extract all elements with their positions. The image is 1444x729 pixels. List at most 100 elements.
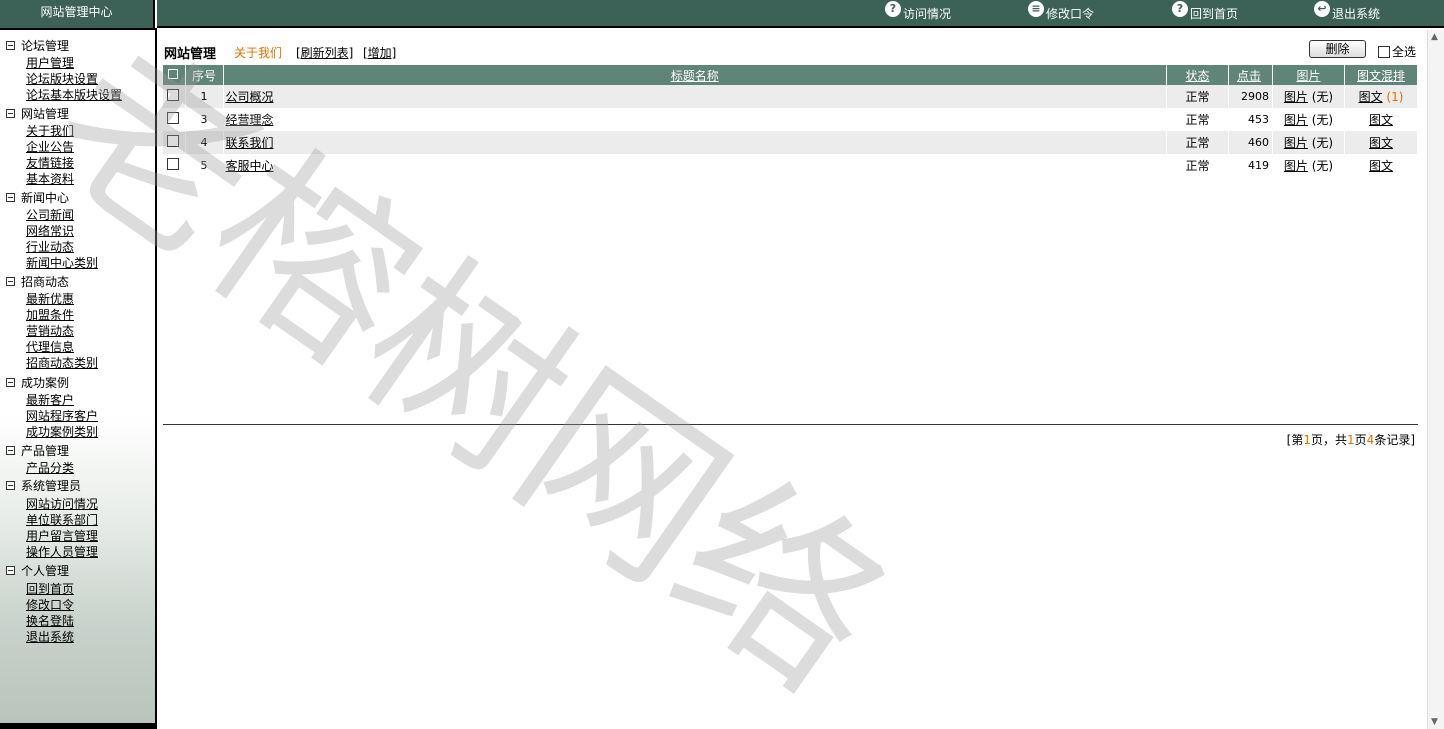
- top-link-password[interactable]: ≡ 修改口令: [1028, 1, 1094, 24]
- document-icon: ≡: [1028, 1, 1044, 17]
- collapse-icon[interactable]: [6, 277, 15, 286]
- row-title-link[interactable]: 联系我们: [226, 136, 274, 150]
- row-picture-link[interactable]: 图片: [1284, 159, 1308, 173]
- delete-button[interactable]: 删除: [1309, 40, 1366, 58]
- sidebar-item[interactable]: 关于我们: [26, 122, 74, 139]
- sidebar-item[interactable]: 论坛版块设置: [26, 70, 98, 87]
- sidebar-item[interactable]: 产品分类: [26, 459, 74, 476]
- row-picture-link[interactable]: 图片: [1284, 136, 1308, 150]
- row-checkbox[interactable]: [166, 135, 179, 147]
- row-checkbox[interactable]: [166, 112, 179, 124]
- sidebar-group-forum[interactable]: 论坛管理: [6, 37, 69, 54]
- col-header-mixed[interactable]: 图文混排: [1344, 65, 1418, 85]
- row-title-link[interactable]: 客服中心: [226, 159, 274, 173]
- top-nav-bar: ? 访问情况 ≡ 修改口令 ? 回到首页 ↩ 退出系统: [157, 0, 1444, 28]
- sidebar-item[interactable]: 网站访问情况: [26, 495, 98, 512]
- refresh-list-link[interactable]: [刷新列表]: [296, 44, 353, 61]
- select-all-checkbox[interactable]: [1378, 45, 1390, 58]
- collapse-icon[interactable]: [6, 109, 15, 118]
- sidebar-item[interactable]: 新闻中心类别: [26, 254, 98, 271]
- row-clicks: 2908: [1228, 85, 1273, 108]
- table-row: 3 经营理念 正常 453 图片 (无) 图文: [163, 108, 1418, 131]
- row-status: 正常: [1166, 85, 1229, 108]
- row-title-link[interactable]: 公司概况: [226, 90, 274, 104]
- sidebar-item[interactable]: 修改口令: [26, 596, 74, 613]
- sidebar-item[interactable]: 成功案例类别: [26, 423, 98, 440]
- collapse-icon[interactable]: [6, 41, 15, 50]
- col-header-clicks[interactable]: 点击: [1228, 65, 1273, 85]
- row-mixed-link[interactable]: 图文: [1359, 90, 1383, 104]
- sidebar-item[interactable]: 网站程序客户: [26, 407, 98, 424]
- row-mixed-link[interactable]: 图文: [1369, 136, 1393, 150]
- row-picture-link[interactable]: 图片: [1284, 113, 1308, 127]
- sidebar-item[interactable]: 回到首页: [26, 580, 74, 597]
- pager: [第1页，共1页4条记录]: [1286, 433, 1415, 447]
- sidebar-item[interactable]: 行业动态: [26, 238, 74, 255]
- sidebar-item[interactable]: 加盟条件: [26, 306, 74, 323]
- home-icon: ?: [1172, 1, 1188, 17]
- visit-icon: ?: [885, 1, 901, 17]
- row-checkbox[interactable]: [166, 158, 179, 170]
- row-no: 4: [185, 131, 224, 154]
- vertical-scrollbar[interactable]: ▲ ▼: [1427, 30, 1444, 729]
- sidebar-group-business[interactable]: 招商动态: [6, 273, 69, 290]
- header-checkbox-cell: [163, 65, 186, 85]
- sidebar-item[interactable]: 网络常识: [26, 222, 74, 239]
- sidebar-item[interactable]: 退出系统: [26, 628, 74, 645]
- sidebar-group-site[interactable]: 网站管理: [6, 105, 69, 122]
- sidebar-item[interactable]: 公司新闻: [26, 206, 74, 223]
- sidebar-group-news[interactable]: 新闻中心: [6, 189, 69, 206]
- collapse-icon[interactable]: [6, 446, 15, 455]
- sidebar-item[interactable]: 营销动态: [26, 322, 74, 339]
- about-link[interactable]: 关于我们: [234, 44, 282, 61]
- row-mixed-link[interactable]: 图文: [1369, 113, 1393, 127]
- row-picture-note: (无): [1311, 113, 1334, 127]
- table-header-row: 序号 标题名称 状态 点击 图片 图文混排: [163, 65, 1418, 85]
- sidebar-item[interactable]: 招商动态类别: [26, 354, 98, 371]
- row-title-link[interactable]: 经营理念: [226, 113, 274, 127]
- sidebar-item[interactable]: 代理信息: [26, 338, 74, 355]
- top-link-exit[interactable]: ↩ 退出系统: [1314, 1, 1380, 24]
- sidebar-item[interactable]: 最新客户: [26, 391, 74, 408]
- scroll-down-icon[interactable]: ▼: [1431, 717, 1438, 727]
- select-all[interactable]: 全选: [1378, 43, 1416, 60]
- sidebar-item[interactable]: 最新优惠: [26, 290, 74, 307]
- sidebar-item[interactable]: 基本资料: [26, 170, 74, 187]
- row-mixed-link[interactable]: 图文: [1369, 159, 1393, 173]
- add-link[interactable]: [增加]: [363, 44, 396, 61]
- col-header-no: 序号: [185, 65, 224, 85]
- collapse-icon[interactable]: [6, 193, 15, 202]
- sidebar-item[interactable]: 单位联系部门: [26, 511, 98, 528]
- sidebar-group-admin[interactable]: 系统管理员: [6, 477, 81, 494]
- sidebar-group-products[interactable]: 产品管理: [6, 442, 69, 459]
- row-no: 3: [185, 108, 224, 131]
- scroll-up-icon[interactable]: ▲: [1431, 32, 1438, 42]
- sidebar-item[interactable]: 企业公告: [26, 138, 74, 155]
- sidebar-group-personal[interactable]: 个人管理: [6, 562, 69, 579]
- col-header-title[interactable]: 标题名称: [223, 65, 1167, 85]
- collapse-icon[interactable]: [6, 566, 15, 575]
- col-header-status[interactable]: 状态: [1166, 65, 1229, 85]
- row-clicks: 460: [1228, 131, 1273, 154]
- row-clicks: 419: [1228, 154, 1273, 177]
- sidebar-item[interactable]: 论坛基本版块设置: [26, 86, 122, 103]
- page-title: 网站管理: [164, 47, 217, 62]
- table-row: 5 客服中心 正常 419 图片 (无) 图文: [163, 154, 1418, 177]
- row-picture-link[interactable]: 图片: [1284, 90, 1308, 104]
- top-link-home[interactable]: ? 回到首页: [1172, 1, 1238, 24]
- sidebar-footer-bar: [0, 723, 155, 729]
- col-header-picture[interactable]: 图片: [1272, 65, 1345, 85]
- exit-icon: ↩: [1314, 1, 1330, 17]
- sidebar-item[interactable]: 友情链接: [26, 154, 74, 171]
- top-link-visit[interactable]: ? 访问情况: [885, 1, 951, 24]
- sidebar-item[interactable]: 操作人员管理: [26, 543, 98, 560]
- sidebar-item[interactable]: 用户留言管理: [26, 527, 98, 544]
- header-checkbox[interactable]: [167, 69, 178, 79]
- sidebar-group-cases[interactable]: 成功案例: [6, 374, 69, 391]
- row-checkbox[interactable]: [166, 89, 179, 101]
- collapse-icon[interactable]: [6, 378, 15, 387]
- collapse-icon[interactable]: [6, 481, 15, 490]
- sidebar-item[interactable]: 用户管理: [26, 54, 74, 71]
- sidebar-item[interactable]: 换名登陆: [26, 612, 74, 629]
- row-picture-note: (无): [1311, 159, 1334, 173]
